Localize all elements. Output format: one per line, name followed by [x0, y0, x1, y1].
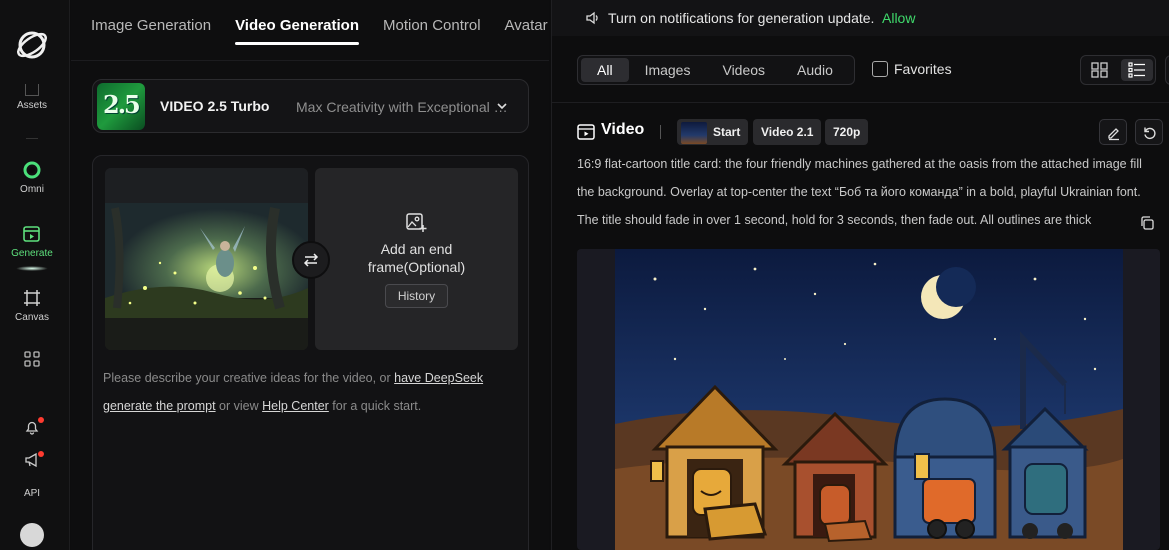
pencil-icon [1108, 128, 1119, 141]
model-description: Max Creativity with Exceptional Value [296, 99, 509, 115]
header-divider [552, 102, 1169, 103]
assets-icon [25, 84, 39, 96]
hint-text: or view [215, 399, 263, 413]
canvas-icon [24, 290, 40, 306]
header-separator [660, 125, 661, 139]
avatar[interactable] [20, 523, 44, 547]
model-selector[interactable]: 2.5 VIDEO 2.5 Turbo Max Creativity with … [92, 79, 529, 133]
omni-icon [23, 161, 41, 179]
list-view-button[interactable] [1121, 59, 1153, 81]
help-center-link[interactable]: Help Center [262, 399, 329, 413]
tab-video-generation[interactable]: Video Generation [235, 0, 359, 46]
video-icon [577, 124, 595, 140]
rail-item-label: API [23, 488, 41, 499]
generation-tabs: Image Generation Video Generation Motion… [91, 0, 548, 50]
start-frame-image[interactable] [105, 168, 308, 350]
prompt-description: 16:9 flat-cartoon title card: the four f… [577, 157, 1142, 227]
grid-view-button[interactable] [1084, 59, 1116, 81]
model-name: VIDEO 2.5 Turbo [160, 98, 270, 114]
filter-videos[interactable]: Videos [706, 58, 781, 82]
start-frame-chip[interactable]: Start [677, 119, 749, 145]
rail-item-api[interactable]: API [0, 488, 64, 499]
speaker-icon [586, 11, 598, 25]
rail-item-label: Generate [11, 248, 53, 259]
app-logo-icon[interactable] [14, 27, 50, 63]
add-image-icon [406, 213, 427, 232]
cartoon-machines-image [615, 249, 1123, 550]
more-options-button[interactable] [1165, 55, 1169, 85]
notification-text: Turn on notifications for generation upd… [608, 10, 875, 26]
result-card-header: Video Start Video 2.1 720p [577, 119, 1163, 145]
tab-image-generation[interactable]: Image Generation [91, 0, 211, 46]
generation-panel: Image Generation Video Generation Motion… [71, 0, 549, 550]
active-glow [16, 266, 48, 271]
hint-text: for a quick start. [328, 399, 422, 413]
generate-icon [23, 226, 40, 242]
view-toggle [1080, 55, 1156, 85]
regenerate-button[interactable] [1135, 119, 1163, 145]
apps-grid-icon[interactable] [24, 351, 40, 367]
swap-frames-button[interactable] [292, 241, 330, 279]
notification-dot [38, 451, 44, 457]
video-preview[interactable] [577, 249, 1160, 550]
rail-item-assets[interactable]: Assets [0, 84, 64, 111]
favorites-label: Favorites [894, 61, 952, 77]
swap-icon [303, 253, 319, 267]
rail-item-canvas[interactable]: Canvas [0, 288, 64, 323]
rail-item-generate[interactable]: Generate [0, 224, 64, 259]
filter-all[interactable]: All [581, 58, 629, 82]
type-filter: All Images Videos Audio [577, 55, 855, 85]
rail-divider [26, 138, 38, 139]
prompt-hint: Please describe your creative ideas for … [103, 364, 518, 420]
notification-dot [38, 417, 44, 423]
history-button[interactable]: History [385, 284, 448, 308]
resolution-chip: 720p [825, 119, 869, 145]
tab-motion-control[interactable]: Motion Control [383, 0, 481, 46]
chevron-down-icon [497, 103, 507, 110]
end-frame-label: Add an end frame(Optional) [367, 241, 466, 275]
favorites-checkbox[interactable]: Favorites [872, 61, 952, 77]
fairy-forest-image [105, 168, 308, 350]
start-chip-label: Start [713, 125, 741, 139]
model-thumbnail: 2.5 [97, 83, 145, 130]
notification-bar: Turn on notifications for generation upd… [552, 0, 1169, 36]
refresh-icon [1144, 127, 1156, 140]
rail-item-label: Omni [20, 184, 44, 195]
end-frame-slot[interactable]: Add an end frame(Optional) History [315, 168, 518, 350]
edit-prompt-button[interactable] [1099, 119, 1127, 145]
model-badge: 2.5 [103, 90, 141, 119]
rail-item-omni[interactable]: Omni [0, 160, 64, 195]
list-view-icon [1128, 62, 1145, 78]
tabs-divider [71, 60, 549, 61]
hint-text: Please describe your creative ideas for … [103, 371, 395, 385]
rail-item-label: Assets [16, 100, 47, 111]
tab-avatar[interactable]: Avatar [505, 0, 548, 46]
allow-notifications-link[interactable]: Allow [882, 10, 915, 26]
filter-images[interactable]: Images [629, 58, 707, 82]
left-rail: Assets Omni Generate Canvas API [0, 0, 70, 550]
model-chip: Video 2.1 [753, 119, 822, 145]
start-frame-thumbnail [681, 121, 707, 144]
result-type-label: Video [601, 121, 645, 138]
video-editor: Add an end frame(Optional) History Pleas… [92, 155, 529, 550]
results-panel: Turn on notifications for generation upd… [551, 0, 1169, 550]
copy-icon[interactable] [1139, 215, 1155, 231]
app-root: Assets Omni Generate Canvas API Image Ge… [0, 0, 1169, 550]
checkbox-box [872, 61, 888, 77]
grid-view-icon [1091, 62, 1108, 78]
rail-item-label: Canvas [15, 312, 49, 323]
filter-audio[interactable]: Audio [781, 58, 849, 82]
